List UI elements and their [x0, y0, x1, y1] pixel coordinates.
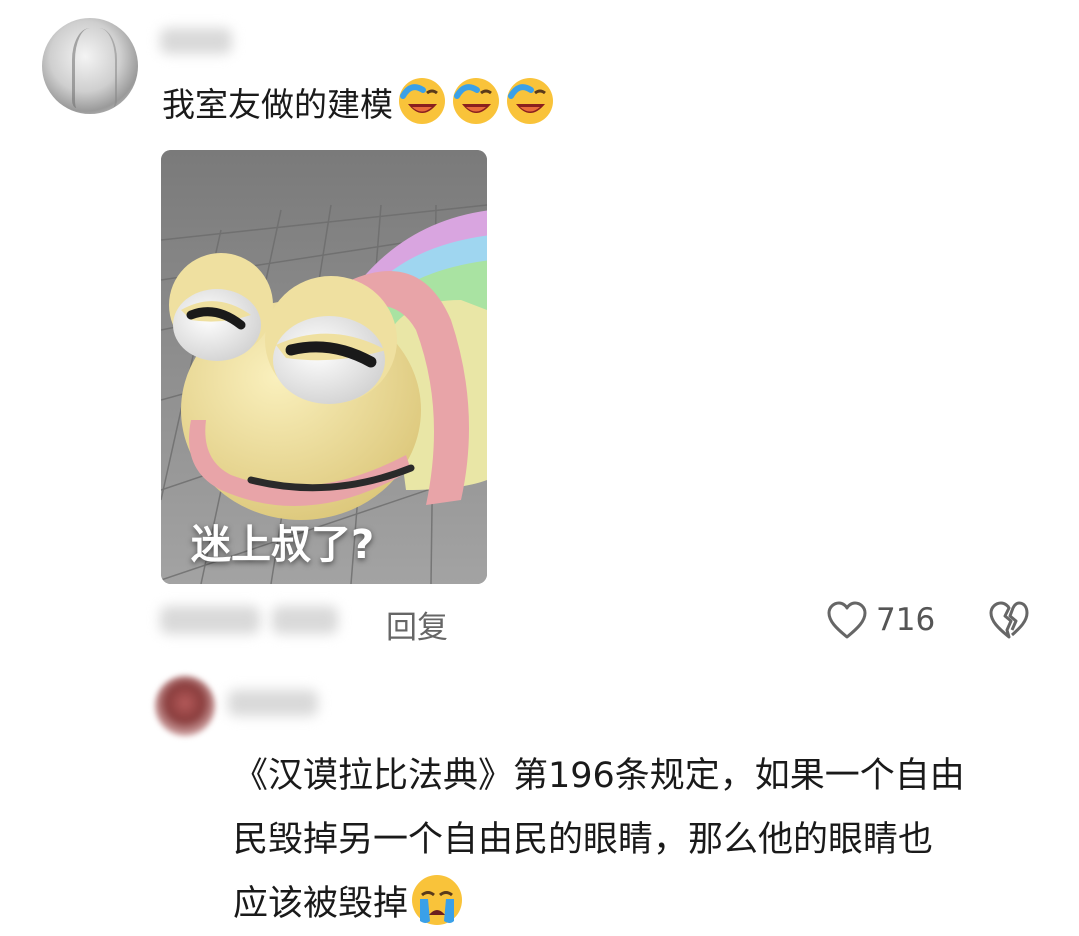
laugh-cry-emoji-icon: [453, 78, 499, 124]
commenter-name-blurred[interactable]: [160, 28, 232, 54]
reply-line: 民毁掉另一个自由民的眼睛，那么他的眼睛也: [233, 820, 934, 860]
commenter-avatar[interactable]: [42, 18, 138, 114]
heart-icon[interactable]: [826, 600, 868, 642]
comment-location-blurred: [272, 606, 338, 634]
like-count: 716: [876, 602, 936, 638]
laugh-cry-emoji-icon: [399, 78, 445, 124]
comment-body: 我室友做的建模: [162, 76, 555, 127]
reply-line: 《汉谟拉比法典》第196条规定，如果一个自由: [233, 756, 965, 796]
comment-date-blurred: [160, 606, 260, 634]
replier-name-blurred[interactable]: [228, 690, 318, 716]
reply-body: 《汉谟拉比法典》第196条规定，如果一个自由 民毁掉另一个自由民的眼睛，那么他的…: [233, 744, 1053, 936]
broken-heart-icon[interactable]: [988, 600, 1030, 642]
reply-line-last: 应该被毁掉: [233, 872, 1053, 936]
crying-emoji-icon: [412, 875, 463, 925]
comment-image[interactable]: 迷上叔了?: [161, 150, 487, 584]
reply-button[interactable]: 回复: [386, 602, 448, 647]
reply-line: 应该被毁掉: [233, 884, 409, 924]
replier-avatar[interactable]: [155, 676, 215, 736]
image-caption: 迷上叔了?: [191, 522, 375, 568]
laugh-cry-emoji-icon: [507, 78, 553, 124]
comment-text: 我室友做的建模: [162, 85, 393, 124]
